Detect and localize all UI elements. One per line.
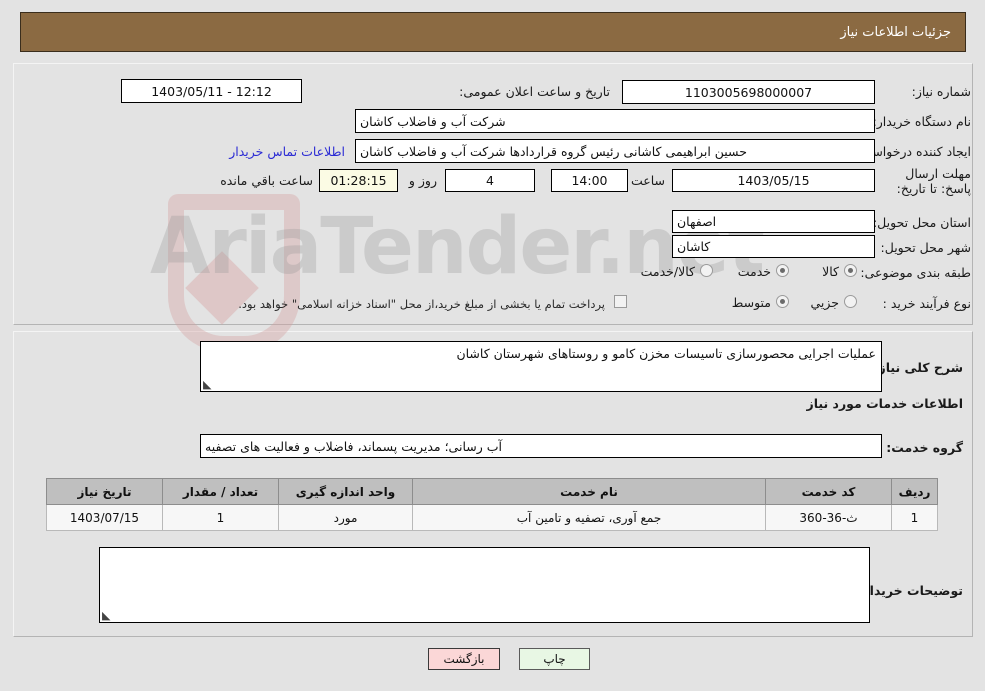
th-unit: واحد اندازه گیری [278,478,413,505]
city-label: شهر محل تحویل: [880,240,971,255]
deadline-time-label: ساعت [630,173,665,188]
general-desc-value: عملیات اجرایی محصورسازی تاسیسات مخزن کام… [456,346,876,361]
category-label-kala: کالا [822,264,839,279]
countdown-timer-value: 01:28:15 [319,169,398,192]
cell-qty: 1 [162,504,279,531]
resize-grip-icon-notes[interactable]: ◢ [102,609,112,622]
process-radio-motavaset[interactable] [776,295,789,308]
process-radio-jozei[interactable] [844,295,857,308]
table-row: 1 ث-36-360 جمع آوری، تصفیه و تامین آب مو… [46,504,938,531]
creator-value[interactable]: حسین ابراهیمی کاشانی رئیس گروه قراردادها… [355,139,875,163]
service-group-label: گروه خدمت: [886,440,963,455]
deadline-date-value[interactable]: 1403/05/15 [672,169,875,192]
buyer-contact-link[interactable]: اطلاعات تماس خریدار [229,144,345,159]
buyer-org-value[interactable]: شرکت آب و فاضلاب کاشان [355,109,875,133]
announce-datetime-value[interactable]: 12:12 - 1403/05/11 [121,79,302,103]
buyer-notes-textarea[interactable]: ◢ [99,547,870,623]
general-desc-textarea[interactable]: عملیات اجرایی محصورسازی تاسیسات مخزن کام… [200,341,882,392]
services-table: ردیف کد خدمت نام خدمت واحد اندازه گیری ت… [46,478,938,531]
th-code: کد خدمت [765,478,892,505]
treasury-bonds-checkbox[interactable] [614,295,627,308]
th-date: تاریخ نیاز [46,478,163,505]
cell-name: جمع آوری، تصفیه و تامین آب [412,504,766,531]
category-label: طبقه بندی موضوعی: [860,265,971,280]
resize-grip-icon[interactable]: ◢ [203,378,213,391]
deadline-label: مهلت ارسال پاسخ: تا تاریخ: [896,166,971,196]
category-label-khedmat: خدمت [737,264,771,279]
category-radio-kala-khedmat[interactable] [700,264,713,277]
province-value[interactable]: اصفهان [672,210,875,233]
buyer-org-label: نام دستگاه خریدار: [872,114,971,129]
process-label-jozei: جزیي [810,295,839,310]
page-header: جزئیات اطلاعات نیاز [20,12,966,52]
city-value[interactable]: کاشان [672,235,875,258]
province-label: استان محل تحویل: [872,215,971,230]
days-word-label: روز و [408,173,437,188]
th-name: نام خدمت [412,478,766,505]
days-remaining-value[interactable]: 4 [445,169,535,192]
cell-radif: 1 [891,504,938,531]
cell-date: 1403/07/15 [46,504,163,531]
category-radio-kala[interactable] [844,264,857,277]
process-label: نوع فرآیند خرید : [882,296,971,311]
general-desc-label: شرح کلی نیاز: [873,360,963,375]
category-label-kala-khedmat: کالا/خدمت [640,264,695,279]
page-title: جزئیات اطلاعات نیاز [840,24,951,40]
th-qty: تعداد / مقدار [162,478,279,505]
th-radif: ردیف [891,478,938,505]
service-group-value[interactable]: آب رسانی؛ مدیریت پسماند، فاضلاب و فعالیت… [200,434,882,458]
buyer-notes-label: توضیحات خریدار: [857,583,963,598]
cell-unit: مورد [278,504,413,531]
remaining-hours-label: ساعت باقي مانده [220,173,313,188]
deadline-time-value[interactable]: 14:00 [551,169,628,192]
category-radio-khedmat[interactable] [776,264,789,277]
need-number-value[interactable]: 1103005698000007 [622,80,875,104]
cell-code: ث-36-360 [765,504,892,531]
services-section-title: اطلاعات خدمات مورد نیاز [806,396,964,411]
back-button[interactable]: بازگشت [428,648,500,670]
need-number-label: شماره نیاز: [911,84,971,99]
process-label-motavaset: متوسط [731,295,771,310]
announce-datetime-label: تاریخ و ساعت اعلان عمومی: [459,84,610,99]
treasury-bonds-note: پرداخت تمام یا بخشی از مبلغ خرید،از محل … [238,297,605,311]
table-header-row: ردیف کد خدمت نام خدمت واحد اندازه گیری ت… [46,478,938,505]
print-button[interactable]: چاپ [519,648,590,670]
